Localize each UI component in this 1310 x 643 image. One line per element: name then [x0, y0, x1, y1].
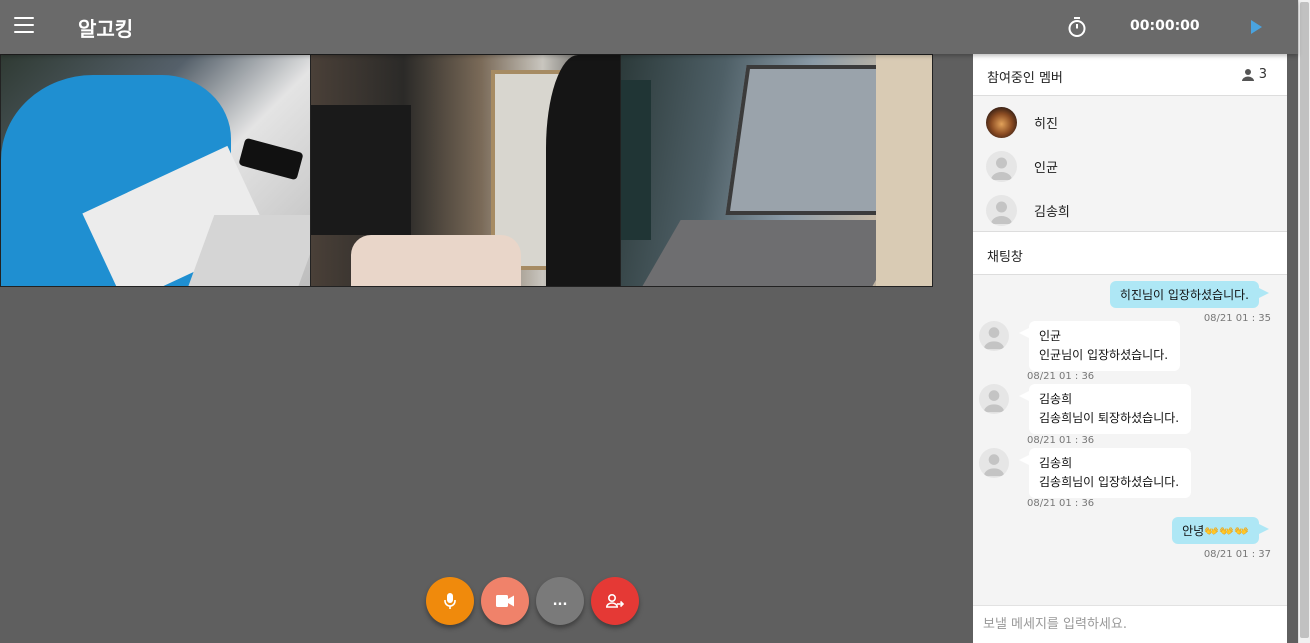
member-name: 인균 [1034, 160, 1058, 176]
avatar [979, 384, 1009, 414]
menu-icon[interactable] [14, 17, 34, 35]
message-time: 08/21 01 : 37 [1203, 549, 1271, 560]
chat-message-own: 히진님이 입장하셨습니다. 08/21 01 : 35 [1109, 281, 1271, 324]
chat-message-input[interactable] [973, 606, 1287, 643]
video-figure [545, 55, 621, 286]
avatar [986, 194, 1017, 226]
message-text: 김송희님이 입장하셨습니다. [1039, 475, 1180, 489]
chat-message-other: 김송희 김송희님이 입장하셨습니다. [979, 448, 1192, 498]
message-sender: 인균 [1039, 329, 1062, 343]
video-object [238, 137, 304, 181]
video-tile-2[interactable] [310, 55, 622, 286]
member-panel-title: 참여중인 멤버 [987, 71, 1063, 86]
video-meeting-app: 알고킹 00:00:00 ... 참여중인 멤버 3 히진 인균 김송희 채팅창… [0, 0, 1310, 643]
chat-message-other: 인균 인균님이 입장하셨습니다. [979, 321, 1181, 371]
timer-display: 00:00:00 [1130, 18, 1200, 34]
chat-message-other: 김송희 김송희님이 퇴장하셨습니다. [979, 384, 1192, 434]
message-time: 08/21 01 : 36 [1027, 498, 1095, 509]
avatar [979, 448, 1009, 478]
member-list: 히진 인균 김송희 [973, 96, 1287, 232]
chat-message-list: 히진님이 입장하셨습니다. 08/21 01 : 35 인균 인균님이 입장하셨… [973, 275, 1287, 605]
app-title: 알고킹 [78, 17, 134, 41]
top-app-bar: 알고킹 00:00:00 [0, 0, 1298, 54]
avatar [986, 150, 1017, 182]
stopwatch-icon[interactable] [1067, 16, 1087, 38]
video-figure [350, 235, 521, 286]
video-object [641, 220, 911, 286]
microphone-icon [444, 593, 456, 609]
default-avatar-icon [991, 201, 1012, 224]
video-tile-3[interactable] [621, 55, 933, 286]
chat-message-own: 안녕👐👐👐 08/21 01 : 37 [1172, 517, 1271, 560]
person-leave-icon [606, 593, 624, 608]
message-bubble: 인균 인균님이 입장하셨습니다. [1018, 321, 1181, 371]
avatar [979, 321, 1009, 351]
message-text: 인균님이 입장하셨습니다. [1039, 348, 1169, 362]
message-time: 08/21 01 : 36 [1027, 435, 1095, 446]
person-icon [1241, 68, 1254, 81]
chat-input-container [973, 605, 1287, 643]
member-item[interactable]: 인균 [973, 144, 1287, 188]
member-header: 참여중인 멤버 3 [973, 54, 1287, 96]
default-avatar-icon [983, 390, 1005, 413]
video-camera-icon [496, 595, 514, 607]
leave-call-button[interactable] [591, 577, 639, 625]
more-options-button[interactable]: ... [536, 577, 584, 625]
scrollbar-thumb[interactable] [1300, 2, 1309, 638]
play-icon[interactable] [1251, 20, 1262, 34]
message-bubble: 히진님이 입장하셨습니다. [1109, 281, 1270, 308]
microphone-button[interactable] [426, 577, 474, 625]
video-object [621, 80, 652, 240]
member-count: 3 [1241, 67, 1267, 82]
member-name: 히진 [1034, 116, 1058, 132]
message-text: 김송희님이 퇴장하셨습니다. [1039, 411, 1180, 425]
camera-button[interactable] [481, 577, 529, 625]
message-time: 08/21 01 : 36 [1027, 371, 1095, 382]
avatar [986, 106, 1017, 138]
member-item[interactable]: 김송희 [973, 188, 1287, 232]
call-controls: ... [426, 577, 639, 625]
side-panel: 참여중인 멤버 3 히진 인균 김송희 채팅창 히진님이 입장하셨습니다. 08… [973, 54, 1287, 643]
message-sender: 김송희 [1039, 392, 1073, 406]
chat-panel-title: 채팅창 [987, 250, 1023, 265]
message-bubble: 김송희 김송희님이 입장하셨습니다. [1018, 448, 1192, 498]
video-grid [0, 54, 933, 287]
video-tile-1[interactable] [1, 55, 311, 286]
video-object [310, 105, 411, 235]
more-label: ... [552, 593, 568, 609]
chat-header: 채팅창 [973, 232, 1287, 275]
default-avatar-icon [991, 157, 1012, 180]
message-sender: 김송희 [1039, 456, 1073, 470]
video-object [876, 55, 933, 286]
default-avatar-icon [983, 327, 1005, 350]
message-bubble: 안녕👐👐👐 [1172, 517, 1269, 544]
window-scrollbar[interactable] [1298, 0, 1310, 643]
member-item[interactable]: 히진 [973, 100, 1287, 144]
default-avatar-icon [983, 454, 1005, 477]
message-bubble: 김송희 김송희님이 퇴장하셨습니다. [1018, 384, 1192, 434]
member-count-value: 3 [1258, 67, 1267, 82]
member-name: 김송희 [1034, 204, 1070, 220]
